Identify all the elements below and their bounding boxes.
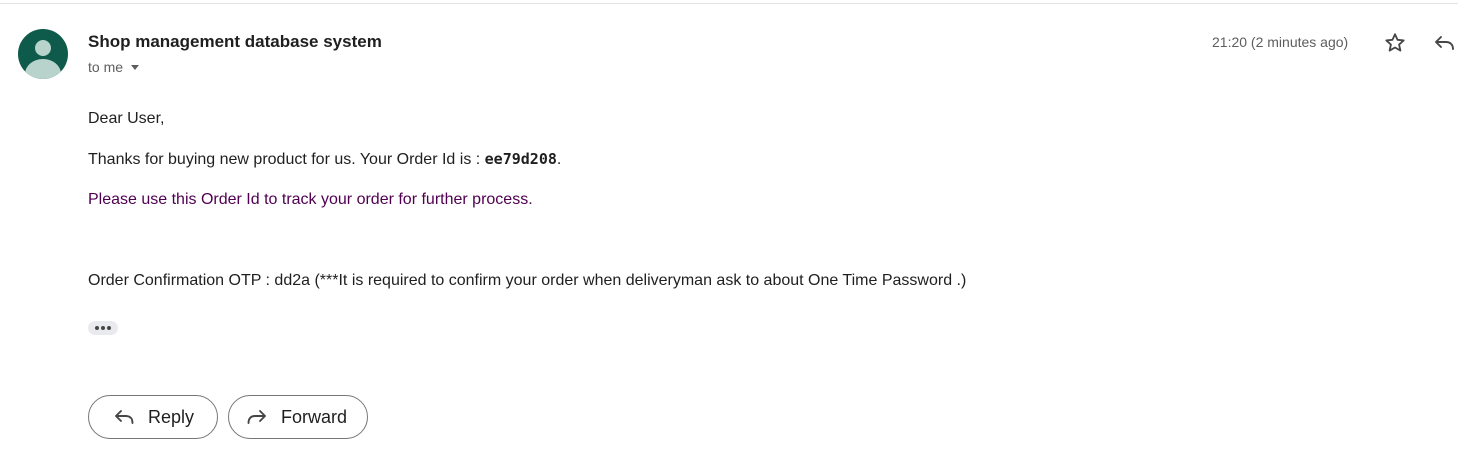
forward-button-label: Forward [281, 406, 348, 427]
timestamp: 21:20 (2 minutes ago) [1212, 34, 1349, 50]
recipient-label: to me [88, 59, 124, 75]
ellipsis-icon[interactable] [88, 321, 118, 335]
reply-icon[interactable] [1433, 31, 1455, 55]
star-icon[interactable] [1383, 31, 1407, 55]
forward-icon [246, 407, 268, 427]
reply-icon [113, 407, 135, 427]
order-id-line: Thanks for buying new product for us. Yo… [88, 150, 561, 169]
recipient-line: to me [88, 59, 140, 75]
forward-button[interactable]: Forward [228, 395, 368, 439]
order-line-text: Thanks for buying new product for us. Yo… [88, 151, 485, 168]
track-order-line: Please use this Order Id to track your o… [88, 191, 533, 208]
ellipsis-dot [101, 326, 105, 330]
sender-name[interactable]: Shop management database system [88, 32, 382, 52]
ellipsis-dot [95, 326, 99, 330]
ellipsis-dot [107, 326, 111, 330]
order-id-value: ee79d208 [484, 150, 557, 168]
otp-line: Order Confirmation OTP : dd2a (***It is … [88, 272, 967, 289]
reply-button[interactable]: Reply [88, 395, 218, 439]
avatar-head [35, 40, 51, 56]
greeting-line: Dear User, [88, 110, 165, 127]
top-divider [0, 3, 1458, 4]
person-avatar-icon[interactable] [18, 29, 68, 79]
order-line-period: . [556, 151, 562, 168]
caret-down-icon[interactable] [131, 65, 140, 70]
reply-button-label: Reply [148, 406, 195, 427]
avatar-body [25, 59, 61, 79]
